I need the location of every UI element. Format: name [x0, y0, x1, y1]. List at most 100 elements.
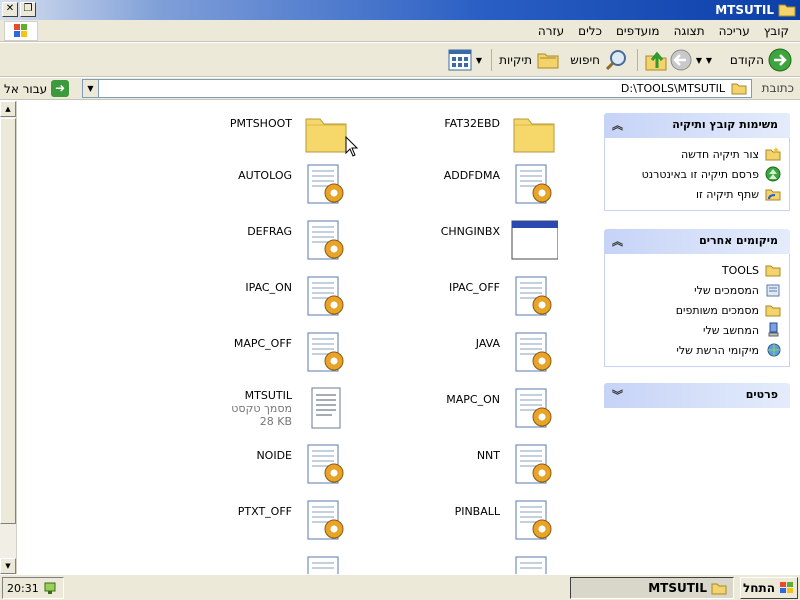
taskbar-window-button[interactable]: MTSUTIL	[570, 577, 734, 599]
scroll-thumb[interactable]	[0, 118, 16, 524]
file-item[interactable]: PTXT_OFF	[92, 497, 372, 549]
text-document-icon	[311, 387, 341, 429]
other-places-header[interactable]: מיקומים אחרים ︽	[604, 229, 790, 254]
my-documents-icon	[766, 284, 780, 297]
batch-file-icon	[307, 164, 344, 204]
dropdown-arrow-icon: ▼	[705, 55, 712, 65]
start-button[interactable]: התחל	[740, 577, 798, 599]
title-bar: ✕ ❐ MTSUTIL	[0, 0, 800, 20]
share-folder-link[interactable]: שתף תיקיה זו	[613, 184, 781, 204]
network-places-icon	[767, 343, 781, 357]
scroll-up-button[interactable]: ▲	[0, 101, 16, 117]
place-link-network[interactable]: מיקומי הרשת שלי	[613, 340, 781, 360]
network-tray-icon[interactable]	[43, 580, 59, 596]
file-item[interactable]: IPAC_ON	[92, 273, 372, 325]
folders-icon	[537, 53, 559, 69]
file-item[interactable]: NOIDE	[92, 441, 372, 493]
views-button[interactable]: ▼	[448, 46, 482, 74]
collapse-chevron-icon[interactable]: ︽	[612, 117, 623, 133]
menu-view[interactable]: תצוגה	[667, 23, 712, 39]
file-type: מסמך טקסט	[231, 402, 292, 415]
back-dropdown[interactable]: ▼	[706, 46, 712, 74]
file-item-partial[interactable]	[92, 553, 372, 574]
windows-logo-icon	[779, 582, 793, 593]
restore-button[interactable]: ❐	[20, 2, 36, 17]
folder-icon	[778, 4, 796, 17]
search-icon	[605, 50, 626, 71]
new-folder-icon	[765, 147, 781, 161]
place-link-my-documents[interactable]: המסמכים שלי	[613, 280, 781, 300]
file-name: DEFRAG	[247, 225, 292, 238]
file-tasks-body: צור תיקיה חדשה פרסם תיקיה זו באינטרנט שת…	[604, 138, 790, 211]
place-link-shared-documents[interactable]: מסמכים משותפים	[613, 300, 781, 320]
close-button[interactable]: ✕	[2, 2, 18, 17]
search-label: חיפוש	[570, 53, 600, 67]
publish-web-link[interactable]: פרסם תיקיה זו באינטרנט	[613, 164, 781, 184]
my-computer-icon	[768, 322, 779, 337]
menu-tools[interactable]: כלים	[571, 23, 609, 39]
file-name: CHNGINBX	[440, 225, 500, 238]
explorer-window: ✕ ❐ MTSUTIL קובץ עריכה תצוגה מועדפים כלי…	[0, 0, 800, 600]
vertical-scrollbar[interactable]: ▲ ▼	[0, 101, 17, 574]
scroll-down-button[interactable]: ▼	[0, 558, 16, 574]
folder-icon	[731, 83, 747, 95]
menu-file[interactable]: קובץ	[757, 23, 796, 39]
details-pane: פרטים ︾	[604, 383, 790, 408]
go-button[interactable]: עבור אל ➜	[4, 80, 70, 97]
place-link-my-computer[interactable]: המחשב שלי	[613, 320, 781, 340]
new-folder-link[interactable]: צור תיקיה חדשה	[613, 144, 781, 164]
file-tasks-header[interactable]: משימות קובץ ותיקיה ︽	[604, 113, 790, 138]
toolbar: הקודם ▼ ▼ חיפוש תיקיות ▼	[0, 43, 800, 77]
go-label: עבור אל	[4, 81, 48, 96]
shared-documents-icon	[765, 305, 781, 317]
link-label: שתף תיקיה זו	[696, 187, 759, 201]
toolbar-separator	[491, 49, 492, 71]
file-item[interactable]: MAPC_OFF	[92, 329, 372, 381]
link-label: פרסם תיקיה זו באינטרנט	[641, 167, 759, 181]
folder-icon	[513, 118, 555, 153]
file-name: PTXT_OFF	[237, 505, 292, 518]
batch-file-icon	[515, 444, 552, 484]
folder-icon	[765, 265, 781, 277]
file-item[interactable]: AUTOLOG	[92, 161, 372, 213]
file-item[interactable]: MTSUTIL מסמך טקסט 28 KB	[92, 385, 372, 437]
back-button[interactable]: הקודם	[730, 46, 792, 74]
start-label: התחל	[743, 581, 775, 595]
pane-title: פרטים	[745, 388, 778, 401]
go-arrow-icon: ➜	[51, 80, 70, 97]
pane-title: משימות קובץ ותיקיה	[672, 118, 778, 131]
address-dropdown-button[interactable]: ▼	[83, 80, 99, 97]
address-input[interactable]: ▼ D:\TOOLS\MTSUTIL	[82, 79, 752, 98]
system-tray: 20:31	[2, 577, 64, 599]
file-name: NOIDE	[256, 449, 292, 462]
menu-help[interactable]: עזרה	[531, 23, 571, 39]
window-app-icon	[511, 220, 558, 260]
address-label: כתובת	[761, 81, 794, 95]
file-name: MTSUTIL	[244, 389, 292, 402]
file-name: JAVA	[475, 337, 500, 350]
mouse-cursor-icon	[345, 136, 359, 157]
folder-icon	[305, 118, 347, 153]
back-arrow-icon	[768, 48, 792, 72]
main-content: ▲ ▼ FAT32EBD ADDFDMA CHNGINBX IPAC_OFF J…	[0, 101, 800, 574]
folders-button[interactable]: תיקיות	[499, 46, 560, 74]
file-name: FAT32EBD	[444, 117, 500, 130]
place-link-tools[interactable]: TOOLS	[613, 260, 781, 280]
collapse-chevron-icon[interactable]: ︽	[612, 233, 623, 249]
expand-chevron-icon[interactable]: ︾	[612, 387, 623, 403]
publish-web-icon	[765, 166, 781, 182]
batch-file-icon	[515, 332, 552, 372]
menu-favorites[interactable]: מועדפים	[609, 23, 667, 39]
search-button[interactable]: חיפוש	[570, 46, 628, 74]
forward-button[interactable]: ▼	[670, 46, 702, 74]
clock: 20:31	[7, 581, 39, 595]
file-name: MAPC_OFF	[233, 337, 292, 350]
file-item[interactable]: PMTSHOOT	[92, 109, 372, 161]
dropdown-arrow-icon: ▼	[695, 55, 702, 65]
details-header[interactable]: פרטים ︾	[604, 383, 790, 408]
file-item[interactable]: DEFRAG	[92, 217, 372, 269]
up-folder-button[interactable]	[644, 46, 668, 74]
menu-edit[interactable]: עריכה	[712, 23, 757, 39]
link-label: TOOLS	[721, 263, 759, 277]
views-icon	[448, 49, 472, 71]
